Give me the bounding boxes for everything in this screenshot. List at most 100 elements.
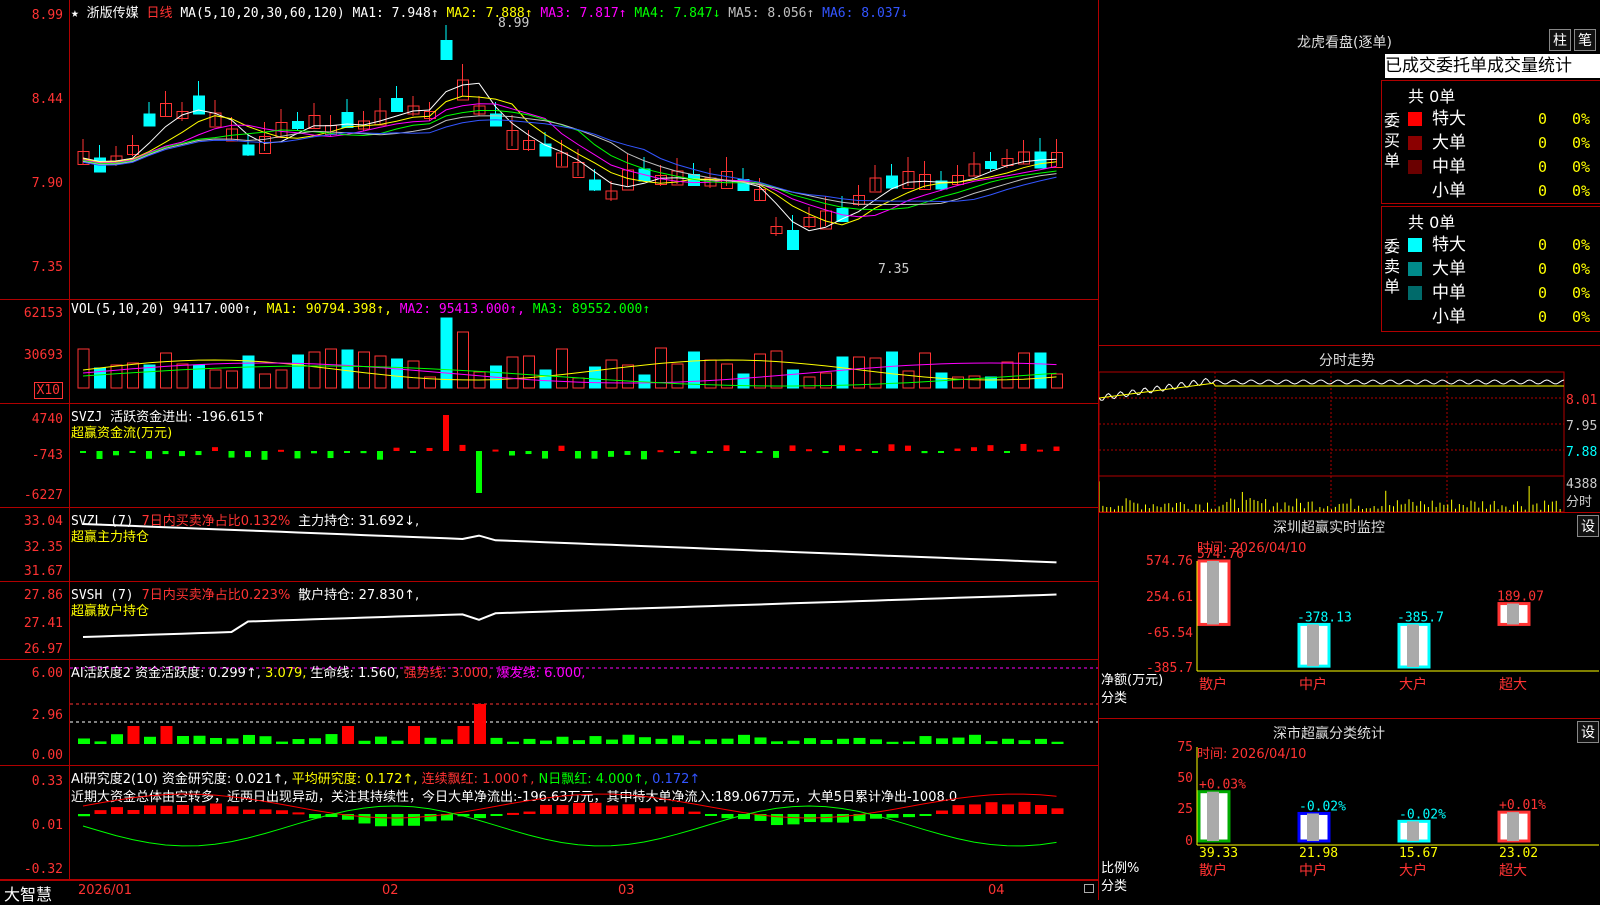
research-bar [1002,804,1014,814]
volume-bar [688,351,700,389]
color-swatch [1408,136,1422,150]
research-bar [111,807,123,814]
fund-flow-bar [872,451,878,453]
lock-icon[interactable] [1084,884,1094,893]
category-bar-shade [1207,561,1219,625]
monitor-panel: 深圳超赢实时监控 设 时间: 2026/04/10 574.76 254.61 -6… [1098,512,1600,718]
category-label: 超大 [1499,677,1527,693]
kline-chart[interactable]: 8.99 7.35 [70,0,1098,300]
fenshi-chart[interactable]: 8.01 7.95 7.88 4388 分时 [1099,346,1600,513]
y-tick: 574.76 [1146,554,1193,569]
research-bar [160,805,173,814]
value-label: 15.67 [1399,846,1438,861]
volume-bar [523,355,535,389]
activity-bar [144,736,156,744]
fund-flow-bar [426,447,433,451]
volume-bar [391,358,403,389]
svzl-pane[interactable]: 33.04 32.35 31.67 SVZL (7) 7日内买卖净占比0.132… [0,508,1098,582]
date-label: 03 [618,883,635,898]
research-bar [375,814,387,827]
order-type: 特大 [1432,235,1466,255]
fund-flow-bar [1004,451,1010,453]
research-bar [358,814,371,824]
svsh-pane[interactable]: 27.86 27.41 26.97 SVSH (7) 7日内买卖净占比0.223… [0,582,1098,660]
fenshi-panel[interactable]: 分时走势 8.01 7.95 7.88 4388 分时 [1098,345,1600,513]
research-bar [1018,801,1031,814]
kline-pane[interactable]: 8.99 8.44 7.90 7.35 ★ 浙版传媒 日线 MA(5,10,20… [0,0,1098,300]
fund-flow-bar [393,447,400,451]
volume-bar [754,353,766,389]
ai-research-chart[interactable] [70,766,1098,880]
fund-flow-bar [756,451,763,454]
order-row: 大单 0 0% [1408,131,1600,155]
tick-mode-button[interactable]: 笔 [1574,29,1596,51]
fund-flow-bar [129,451,136,453]
bar-mode-button[interactable]: 柱 [1549,29,1571,51]
ai-research-pane[interactable]: 0.33 0.01 -0.32 AI研究度2(10) 资金研究度: 0.021↑… [0,766,1098,880]
ma-line [82,95,1057,226]
category-label: 超大 [1499,863,1527,879]
lhb-tab[interactable]: 已成交委托单成交量统计 [1385,54,1600,78]
y-tick: 254.61 [1146,590,1193,605]
fund-flow-bar [311,451,317,454]
svsh-tick: 27.41 [23,616,63,631]
svzj-chart[interactable] [70,404,1098,508]
volume-chart[interactable] [70,300,1098,404]
ai-activity-chart[interactable] [70,660,1098,766]
activity-bar [985,741,998,744]
order-pct: 0% [1572,284,1591,302]
date-label: 02 [382,883,399,898]
research-bar [771,814,783,826]
value-label: 39.33 [1199,846,1238,861]
ai-activity-pane[interactable]: 6.00 2.96 0.00 AI活跃度2 资金活跃度: 0.299↑, 3.0… [0,660,1098,766]
svzl-axis: 33.04 32.35 31.67 [0,508,70,581]
category-label: 大户 [1399,862,1427,879]
value-label: 189.07 [1497,590,1544,605]
fenshi-tick: 7.88 [1566,445,1597,460]
activity-bar [837,738,849,744]
research-bar [639,808,651,814]
change-label: +0.01% [1499,798,1546,813]
fund-flow-bar [228,451,235,458]
fund-flow-bar [690,451,697,454]
svzl-chart[interactable] [70,508,1098,582]
research-bar [408,814,420,826]
research-bar [276,810,288,814]
volume-bar [671,363,684,389]
activity-bar [853,737,866,744]
volume-bar [259,373,271,389]
volume-pane[interactable]: 62153 30693 X10 VOL(5,10,20) 94117.000↑,… [0,300,1098,404]
order-pct: 0% [1572,260,1591,278]
activity-bar [358,740,371,744]
activity-bar [672,735,684,744]
category-bar-shade [1507,812,1519,841]
change-label: +0.03% [1199,778,1246,793]
lhb-title: 龙虎看盘(逐单) [1297,35,1392,51]
fund-flow-bar [492,449,499,452]
fund-flow-bar [476,451,482,493]
volume-bar [226,370,238,389]
activity-bar [408,726,420,744]
volume-bar [374,355,387,389]
main-holding-line [82,523,1057,564]
price-tick: 8.99 [31,8,63,23]
activity-bar [259,736,272,744]
svsh-chart[interactable] [70,582,1098,660]
activity-bar [1018,740,1031,744]
research-bar [655,806,668,814]
order-count: 0 [1538,284,1548,302]
research-bar [210,803,222,814]
volume-bar [704,359,717,389]
fund-flow-bar [888,444,895,451]
order-pct: 0% [1572,134,1591,152]
volume-bar [605,359,618,389]
activity-bar [589,736,602,744]
order-row: 中单 0 0% [1408,155,1600,179]
volume-bar [919,352,931,389]
fund-flow-bar [212,447,218,451]
svzj-pane[interactable]: 4740 -743 -6227 SVZJ 活跃资金进出: -196.615↑ 超… [0,404,1098,508]
fund-flow-bar [179,451,185,457]
volume-bar [275,369,288,389]
category-bar-shade [1407,821,1419,841]
fund-flow-bar [657,450,664,453]
